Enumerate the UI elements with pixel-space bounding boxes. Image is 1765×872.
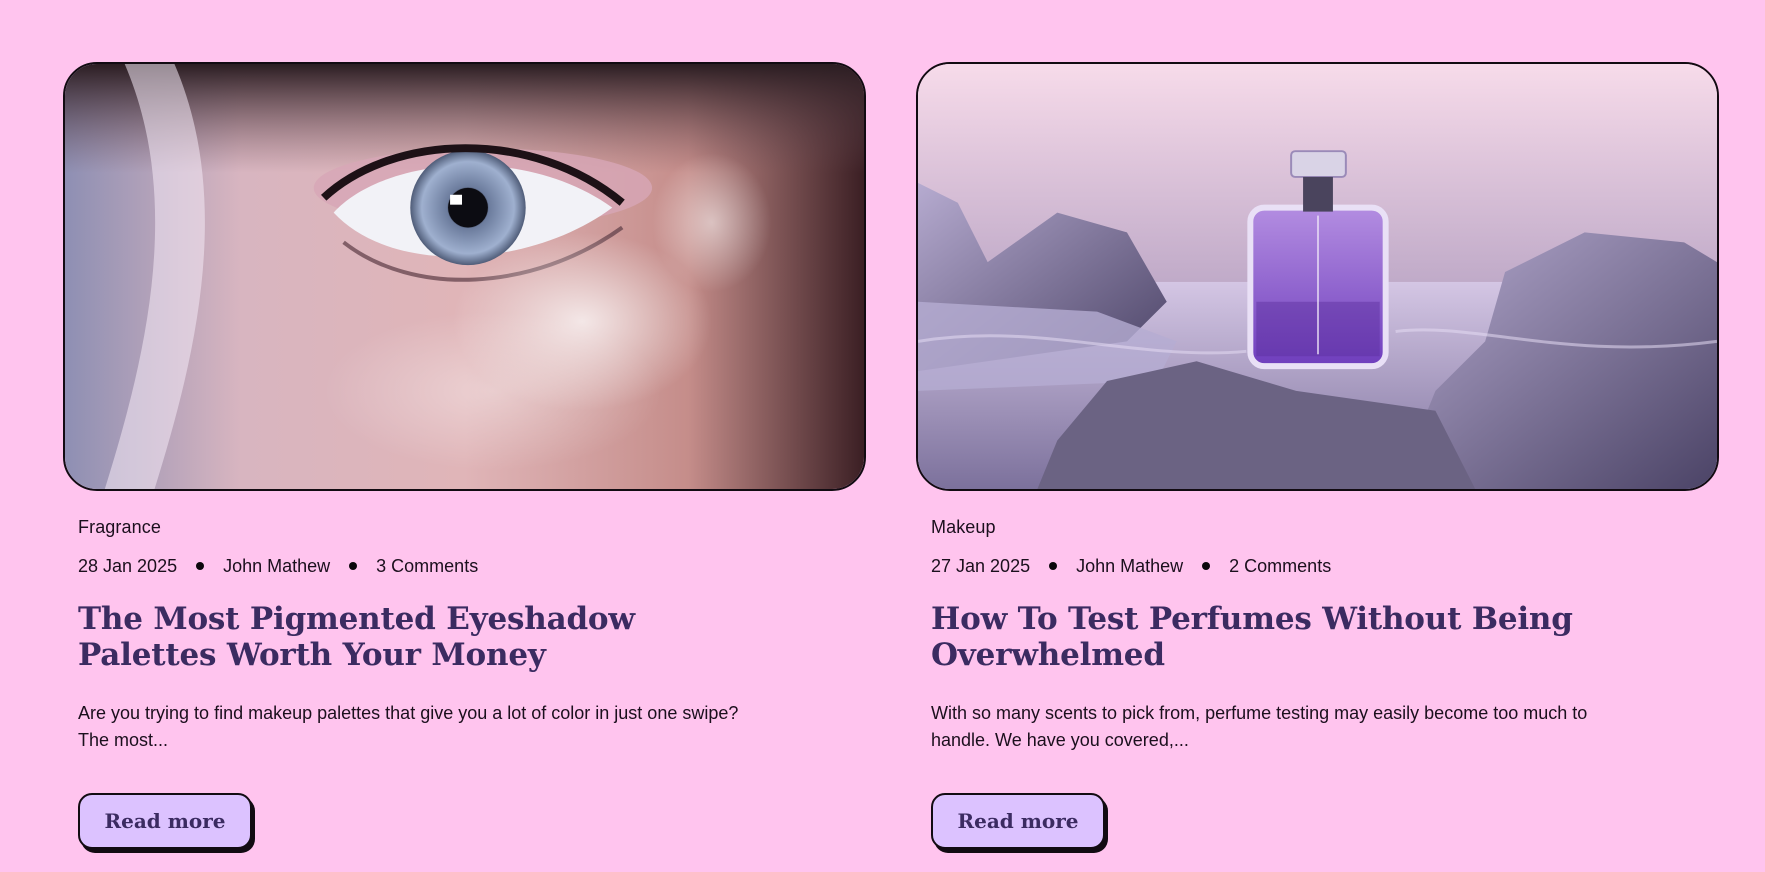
separator-dot-icon [1202, 562, 1211, 570]
post-title[interactable]: The Most Pigmented Eyeshadow Palettes Wo… [78, 601, 778, 673]
eye-makeup-illustration [65, 64, 864, 489]
post-title[interactable]: How To Test Perfumes Without Being Overw… [931, 601, 1631, 673]
post-comments-count[interactable]: 3 Comments [376, 557, 478, 575]
post-meta: 27 Jan 2025 John Mathew 2 Comments [931, 557, 1719, 575]
post-date: 27 Jan 2025 [931, 556, 1031, 576]
post-date: 28 Jan 2025 [78, 556, 178, 576]
post-category[interactable]: Makeup [931, 518, 1719, 536]
post-excerpt: With so many scents to pick from, perfum… [931, 703, 1588, 750]
post-author[interactable]: John Mathew [223, 557, 330, 575]
blog-card: Makeup 27 Jan 2025 John Mathew 2 Comment… [916, 62, 1719, 849]
blog-post-grid: Fragrance 28 Jan 2025 John Mathew 3 Comm… [0, 0, 1765, 872]
blog-card: Fragrance 28 Jan 2025 John Mathew 3 Comm… [63, 62, 866, 849]
separator-dot-icon [1049, 562, 1058, 570]
eye-makeup-image[interactable] [63, 62, 866, 491]
read-more-button[interactable]: Read more [931, 793, 1105, 849]
separator-dot-icon [196, 562, 205, 570]
post-excerpt: Are you trying to find makeup palettes t… [78, 703, 739, 750]
post-author[interactable]: John Mathew [1076, 557, 1183, 575]
read-more-button[interactable]: Read more [78, 793, 252, 849]
post-category[interactable]: Fragrance [78, 518, 866, 536]
post-comments-count[interactable]: 2 Comments [1229, 557, 1331, 575]
perfume-bottle-illustration [918, 64, 1717, 489]
separator-dot-icon [349, 562, 358, 570]
post-meta: 28 Jan 2025 John Mathew 3 Comments [78, 557, 866, 575]
perfume-bottle-image[interactable] [916, 62, 1719, 491]
